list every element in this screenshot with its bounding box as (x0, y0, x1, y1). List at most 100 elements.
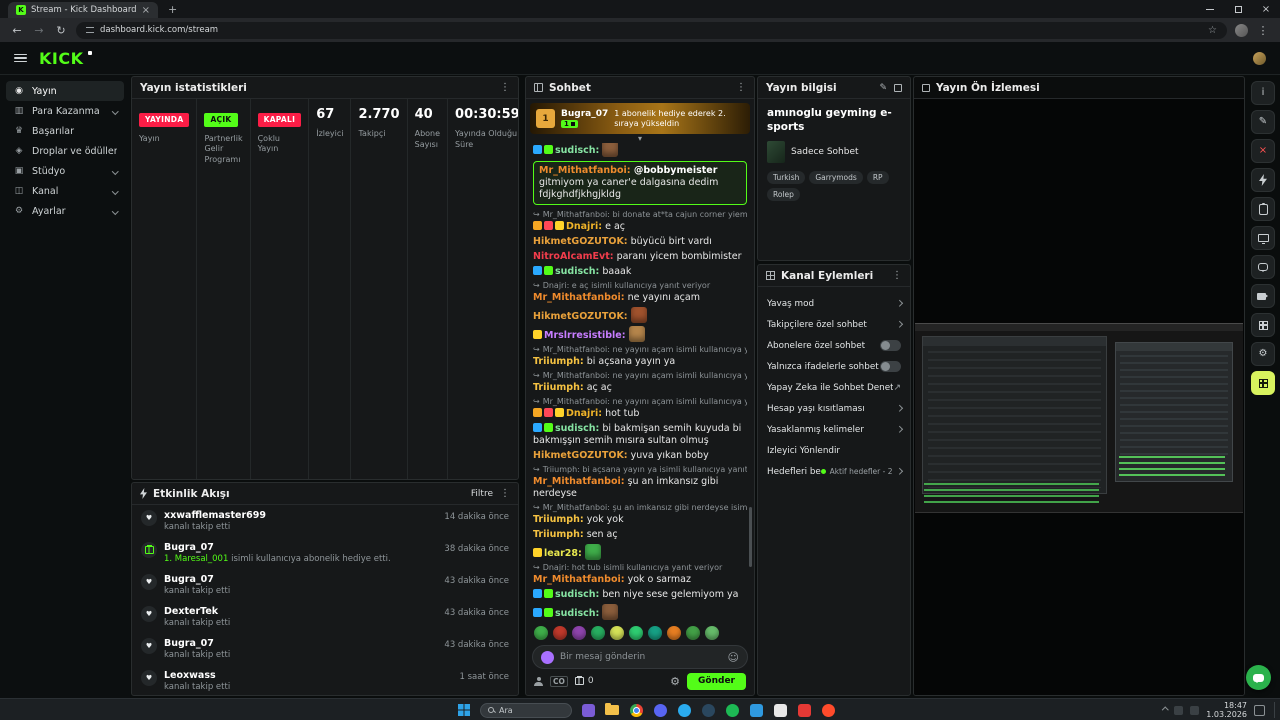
chat-message[interactable]: ↪ Mr_Mithatfanboi: ne yayını açam isimli … (533, 345, 747, 368)
stream-preview-video[interactable] (914, 99, 1244, 695)
quick-emote-3[interactable] (572, 626, 586, 640)
quick-emote-7[interactable] (648, 626, 662, 640)
chat-message[interactable]: sudisch: bi bakmişan semih kuyuda bi bak… (533, 422, 747, 447)
quick-emote-10[interactable] (705, 626, 719, 640)
channel-action[interactable]: İzleyici Yönlendir (758, 440, 910, 461)
emoji-picker-icon[interactable]: ☺ (728, 651, 739, 664)
steam-icon[interactable] (699, 701, 717, 719)
edit-icon[interactable]: ✎ (1251, 110, 1275, 134)
menu-icon[interactable] (14, 53, 27, 63)
chat-input[interactable] (560, 652, 722, 662)
vscode-icon[interactable] (747, 701, 765, 719)
channel-action[interactable]: Yalnızca ifadelerle sohbet (758, 356, 910, 377)
channel-action[interactable]: Hedefleri belirleyin Aktif hedefler - 2 (758, 461, 910, 482)
browser-menu-icon[interactable]: ⋮ (1256, 24, 1270, 37)
notepad-icon[interactable] (771, 701, 789, 719)
browser-profile-avatar[interactable] (1235, 23, 1248, 37)
chat-message[interactable]: sudisch: (533, 143, 747, 157)
sidebar-item-money[interactable]: ▥ Para Kazanma (6, 101, 124, 121)
chat-message[interactable]: HikmetGOZUTOK: yuva yıkan boby (533, 450, 747, 462)
chat-message[interactable]: ↪ Mr_Mithatfanboi: ne yayını açam isimli … (533, 371, 747, 394)
chat-message[interactable]: sudisch: (533, 603, 747, 620)
lightning-icon[interactable] (1251, 168, 1275, 192)
channel-action[interactable]: Yavaş mod (758, 293, 910, 314)
chat-message[interactable]: ↪ Dnajri: e aç isimli kullanıcıya yanıt v… (533, 281, 747, 304)
filter-button[interactable]: Filtre (471, 489, 493, 499)
taskbar-clock[interactable]: 18:47 1.03.2026 (1206, 701, 1247, 719)
new-tab-button[interactable]: + (168, 3, 177, 18)
channel-action[interactable]: Yapay Zeka ile Sohbet Denetimi ↗ (758, 377, 910, 398)
bookmark-star-icon[interactable]: ☆ (1208, 25, 1217, 36)
chat-bubble-icon[interactable] (1251, 255, 1275, 279)
quick-emote-4[interactable] (591, 626, 605, 640)
profile-avatar[interactable] (1253, 51, 1266, 65)
info-icon[interactable]: i (1251, 81, 1275, 105)
collapse-chat-icon[interactable] (534, 83, 543, 92)
expand-stream-info-icon[interactable] (894, 83, 902, 92)
chat-scrollbar[interactable] (749, 507, 752, 567)
close-icon[interactable]: × (1251, 139, 1275, 163)
channel-action[interactable]: Takipçilere özel sohbet (758, 314, 910, 335)
quick-emote-1[interactable] (534, 626, 548, 640)
sidebar-item-drops[interactable]: ◈ Droplar ve ödüller (6, 141, 124, 161)
chat-message[interactable]: HikmetGOZUTOK: (533, 306, 747, 323)
edit-stream-info-icon[interactable]: ✎ (879, 83, 887, 93)
tray-icon-1[interactable] (1174, 705, 1184, 715)
tray-icon-2[interactable] (1190, 705, 1200, 715)
opera-icon[interactable] (819, 701, 837, 719)
window-maximize-button[interactable] (1224, 0, 1252, 18)
sidebar-item-studio[interactable]: ▣ Stüdyo (6, 161, 124, 181)
address-bar[interactable]: dashboard.kick.com/stream ☆ (76, 21, 1227, 39)
toggle-off[interactable] (880, 340, 901, 351)
quick-emote-6[interactable] (629, 626, 643, 640)
tab-close-icon[interactable]: × (142, 5, 150, 16)
forward-button[interactable]: → (32, 24, 46, 37)
chat-message[interactable]: lear28: (533, 543, 747, 560)
settings-icon[interactable]: ⚙ (1251, 342, 1275, 366)
start-button[interactable] (455, 701, 473, 719)
window-close-button[interactable]: × (1252, 0, 1280, 18)
panels-icon[interactable] (1251, 371, 1275, 395)
monitor-icon[interactable] (1251, 226, 1275, 250)
gift-banner[interactable]: 1 Bugra_07 1 1 abonelik hediye ederek 2.… (530, 103, 750, 134)
chat-message[interactable]: ↪ Dnajri: hot tub isimli kullanıcıya yanı… (533, 563, 747, 586)
grid-icon[interactable] (1251, 313, 1275, 337)
clipboard-icon[interactable] (1251, 197, 1275, 221)
reload-button[interactable]: ↻ (54, 24, 68, 37)
chat-message[interactable]: ↪ Triiumph: bi açsana yayın ya isimli kul… (533, 465, 747, 500)
chat-message[interactable]: Triiumph: sen aç (533, 529, 747, 541)
sidebar-item-trophy[interactable]: ♛ Başarılar (6, 121, 124, 141)
youtube-icon[interactable] (795, 701, 813, 719)
chat-message[interactable]: HikmetGOZUTOK: büyücü birt vardı (533, 236, 747, 248)
channel-action[interactable]: Abonelere özel sohbet (758, 335, 910, 356)
co-label[interactable]: CO (550, 675, 568, 687)
chat-message[interactable]: ↪ Mr_Mithatfanboi: şu an imkansız gibi ne… (533, 503, 747, 526)
telegram-icon[interactable] (675, 701, 693, 719)
quick-emote-9[interactable] (686, 626, 700, 640)
spotify-icon[interactable] (723, 701, 741, 719)
gift-counter[interactable]: 0 (574, 675, 594, 686)
file-explorer-icon[interactable] (603, 701, 621, 719)
chat-message[interactable]: sudisch: baaak (533, 265, 747, 278)
tray-expand-icon[interactable] (1161, 706, 1169, 714)
browser-tab[interactable]: K Stream - Kick Dashboard × (8, 2, 158, 18)
send-button[interactable]: Gönder (687, 672, 746, 690)
chat-message[interactable]: Mrslrresistible: (533, 325, 747, 342)
channel-action[interactable]: Hesap yaşı kısıtlaması (758, 398, 910, 419)
sidebar-item-channel[interactable]: ◫ Kanal (6, 181, 124, 201)
window-minimize-button[interactable] (1196, 0, 1224, 18)
support-chat-button[interactable] (1246, 665, 1271, 690)
chat-message[interactable]: ↪ Mr_Mithatfanboi: ne yayını açam isimli … (533, 397, 747, 420)
activity-menu-icon[interactable]: ⋮ (500, 488, 510, 499)
scroll-down-indicator[interactable]: ▾ (526, 134, 754, 143)
quick-emote-5[interactable] (610, 626, 624, 640)
chatters-icon[interactable] (534, 676, 543, 686)
camera-app-icon[interactable] (579, 701, 597, 719)
back-button[interactable]: ← (10, 24, 24, 37)
stats-menu-icon[interactable]: ⋮ (500, 82, 510, 93)
taskbar-search[interactable]: Ara (480, 702, 572, 718)
toggle-off[interactable] (880, 361, 901, 372)
show-desktop-button[interactable] (1274, 702, 1276, 718)
chat-settings-icon[interactable]: ⚙ (670, 675, 680, 688)
identity-icon[interactable] (541, 650, 554, 664)
